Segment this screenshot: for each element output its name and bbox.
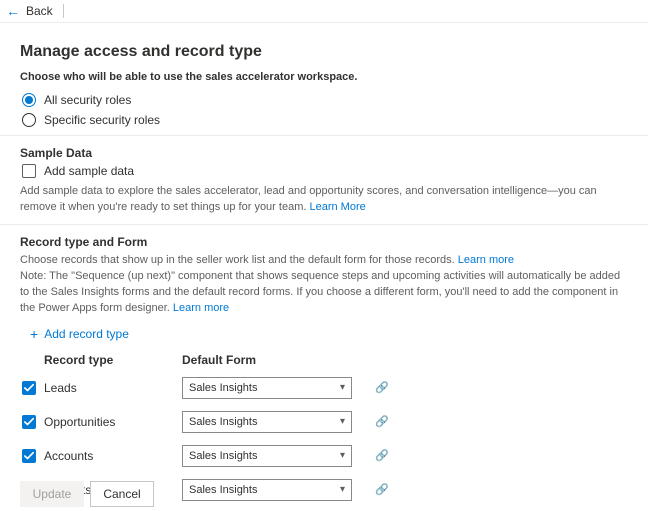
divider [0,224,648,225]
row-action-cell: 🔗 [362,483,402,496]
default-form-cell: Sales Insights ▾ [182,479,362,501]
checkbox-icon [22,449,36,463]
checkbox-icon [22,164,36,178]
chevron-down-icon: ▾ [340,382,345,393]
table-row: Leads Sales Insights ▾ 🔗 [22,371,628,405]
row-action-cell: 🔗 [362,449,402,462]
default-form-cell: Sales Insights ▾ [182,377,362,399]
record-type-label: Accounts [44,449,93,463]
page-title: Manage access and record type [20,43,628,61]
plus-icon: + [30,327,38,341]
chevron-down-icon: ▾ [340,450,345,461]
security-roles-group: All security roles Specific security rol… [22,93,628,127]
radio-label: All security roles [44,93,131,107]
default-form-select[interactable]: Sales Insights ▾ [182,445,352,467]
table-header: Record type Default Form [22,349,628,371]
checkbox-icon [22,415,36,429]
default-form-cell: Sales Insights ▾ [182,411,362,433]
checkbox-label: Add sample data [44,164,134,178]
link-icon[interactable]: 🔗 [375,381,389,394]
row-action-cell: 🔗 [362,415,402,428]
select-value: Sales Insights [189,450,257,462]
record-type-cell[interactable]: Accounts [22,449,182,463]
learn-more-link[interactable]: Learn more [458,254,514,266]
radio-icon [22,113,36,127]
update-button: Update [20,481,84,507]
footer-actions: Update Cancel [20,481,154,507]
divider [63,4,64,18]
record-type-desc: Choose records that show up in the selle… [20,253,628,269]
default-form-select[interactable]: Sales Insights ▾ [182,377,352,399]
select-value: Sales Insights [189,416,257,428]
cancel-button[interactable]: Cancel [90,481,154,507]
col-default-form: Default Form [182,353,382,367]
radio-icon [22,93,36,107]
record-type-cell[interactable]: Leads [22,381,182,395]
default-form-cell: Sales Insights ▾ [182,445,362,467]
add-sample-data-row[interactable]: Add sample data [22,164,628,178]
chevron-down-icon: ▾ [340,416,345,427]
sample-data-help: Add sample data to explore the sales acc… [20,184,628,216]
table-row: Opportunities Sales Insights ▾ 🔗 [22,405,628,439]
link-icon[interactable]: 🔗 [375,415,389,428]
add-record-type-label: Add record type [44,327,129,341]
divider [0,135,648,136]
learn-more-link[interactable]: Learn More [309,201,365,213]
radio-specific-roles[interactable]: Specific security roles [22,113,628,127]
link-icon[interactable]: 🔗 [375,483,389,496]
row-action-cell: 🔗 [362,381,402,394]
back-button[interactable]: Back [26,4,53,18]
back-arrow-icon[interactable]: ← [6,4,20,18]
add-record-type-button[interactable]: + Add record type [30,327,628,341]
record-type-label: Leads [44,381,77,395]
table-row: Accounts Sales Insights ▾ 🔗 [22,439,628,473]
record-type-note: Note: The "Sequence (up next)" component… [20,269,628,317]
col-record-type: Record type [22,353,182,367]
select-value: Sales Insights [189,484,257,496]
link-icon[interactable]: 🔗 [375,449,389,462]
page-subhead: Choose who will be able to use the sales… [20,71,628,83]
sample-data-heading: Sample Data [20,146,628,160]
top-bar: ← Back [0,0,648,23]
default-form-select[interactable]: Sales Insights ▾ [182,479,352,501]
record-type-heading: Record type and Form [20,235,628,249]
record-type-cell[interactable]: Opportunities [22,415,182,429]
radio-all-roles[interactable]: All security roles [22,93,628,107]
default-form-select[interactable]: Sales Insights ▾ [182,411,352,433]
learn-more-link[interactable]: Learn more [173,302,229,314]
radio-label: Specific security roles [44,113,160,127]
select-value: Sales Insights [189,382,257,394]
chevron-down-icon: ▾ [340,484,345,495]
record-type-label: Opportunities [44,415,115,429]
checkbox-icon [22,381,36,395]
main-content: Manage access and record type Choose who… [0,23,648,507]
